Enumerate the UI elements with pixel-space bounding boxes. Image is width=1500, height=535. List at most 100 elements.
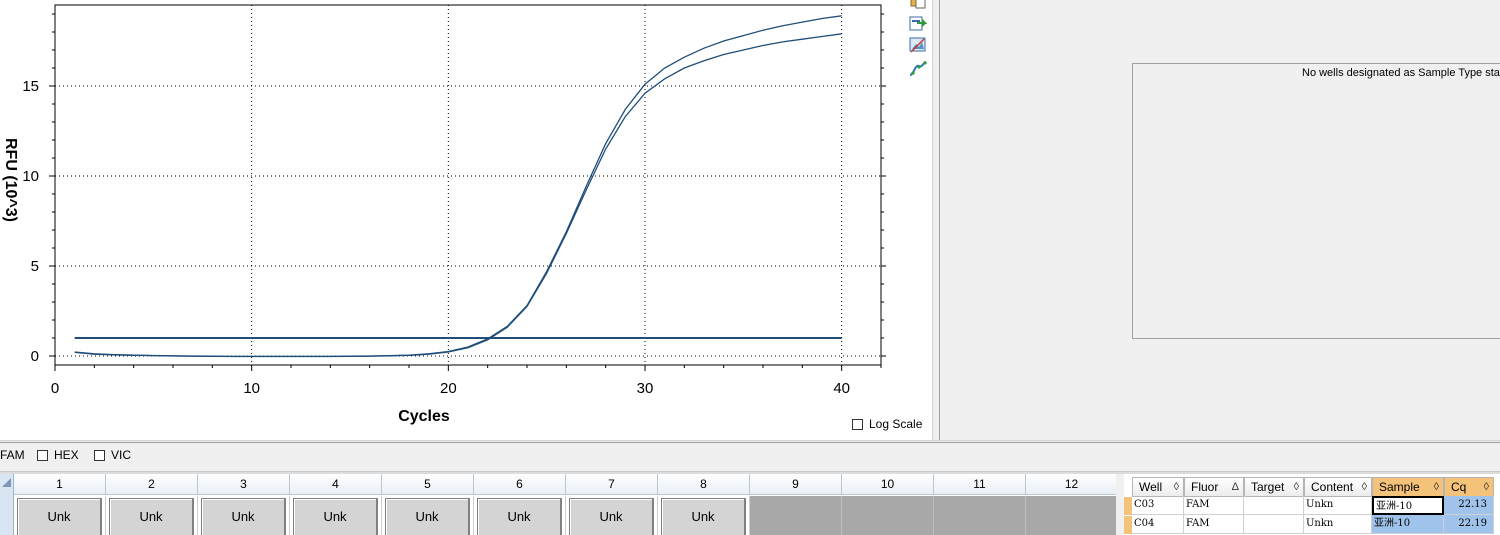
- y-axis-label: RFU (10^3): [2, 138, 19, 222]
- header-label: Sample: [1379, 480, 1420, 494]
- plate-well[interactable]: Unk: [658, 496, 750, 535]
- results-table: Well ◊ Fluor Δ Target ◊ Content ◊ Sample ◊ Cq…: [1124, 474, 1500, 535]
- plate-well-empty[interactable]: [750, 496, 842, 535]
- cell-target[interactable]: [1244, 515, 1304, 534]
- chart-toolbar: [904, 0, 934, 440]
- plate-well-empty[interactable]: [934, 496, 1026, 535]
- plate-well[interactable]: Unk: [106, 496, 198, 535]
- cell-sample[interactable]: 亚洲-10: [1372, 515, 1444, 534]
- log-scale-checkbox[interactable]: [852, 418, 863, 430]
- cell-content[interactable]: Unkn: [1304, 496, 1372, 515]
- amplification-chart-panel: 0 10 20 30 40 0 5 10 15 Cycles RFU (10^3) Log Scal…: [0, 0, 932, 440]
- column-header-3[interactable]: 3: [198, 474, 290, 495]
- column-header-4[interactable]: 4: [290, 474, 382, 495]
- column-header-9[interactable]: 9: [750, 474, 842, 495]
- cell-content[interactable]: Unkn: [1304, 515, 1372, 534]
- x-tick-label: 0: [51, 380, 59, 397]
- well-content: Unk: [293, 498, 378, 535]
- x-tick-label: 20: [440, 380, 457, 397]
- cell-sample-editing[interactable]: 亚洲-10: [1372, 496, 1444, 515]
- row-indicator[interactable]: [1124, 516, 1132, 534]
- column-header-7[interactable]: 7: [566, 474, 658, 495]
- column-header-5[interactable]: 5: [382, 474, 474, 495]
- cell-target[interactable]: [1244, 496, 1304, 515]
- y-tick-label: 10: [22, 168, 39, 185]
- sort-icon: ◊: [1173, 481, 1179, 493]
- standard-curve-panel: No wells designated as Sample Type stand…: [940, 0, 1500, 440]
- fluor-hex[interactable]: HEX: [37, 447, 79, 463]
- column-header-fluor[interactable]: Fluor Δ: [1184, 477, 1244, 497]
- column-header-6[interactable]: 6: [474, 474, 566, 495]
- sort-icon: ◊: [1293, 481, 1299, 493]
- fluor-fam[interactable]: FAM: [0, 447, 25, 463]
- cell-well[interactable]: C04: [1132, 515, 1184, 534]
- plate-well[interactable]: Unk: [382, 496, 474, 535]
- amplification-chart[interactable]: 0 10 20 30 40 0 5 10 15 Cycles RFU (10^3): [0, 0, 904, 440]
- plate-well-empty[interactable]: [842, 496, 934, 535]
- fluor-hex-checkbox[interactable]: [37, 449, 48, 461]
- row-indicator[interactable]: [1124, 497, 1132, 515]
- export-icon[interactable]: [908, 14, 928, 32]
- fluor-vic-label: VIC: [111, 448, 132, 462]
- plate-well[interactable]: Unk: [198, 496, 290, 535]
- well-content: Unk: [17, 498, 102, 535]
- sort-icon: ◊: [1483, 481, 1489, 493]
- sort-icon: ◊: [1433, 481, 1439, 493]
- column-header-sample[interactable]: Sample ◊: [1372, 477, 1444, 497]
- y-tick-label: 5: [31, 258, 39, 275]
- column-header-8[interactable]: 8: [658, 474, 750, 495]
- fluor-selector-row: FAM HEX VIC: [0, 443, 1500, 470]
- fluor-vic[interactable]: VIC: [94, 447, 131, 463]
- well-content: Unk: [109, 498, 194, 535]
- plate-well[interactable]: Unk: [14, 496, 106, 535]
- plot-area: [54, 4, 882, 366]
- well-content: Unk: [477, 498, 562, 535]
- fluor-fam-label: FAM: [0, 448, 25, 462]
- header-label: Cq: [1451, 480, 1467, 494]
- fluor-vic-checkbox[interactable]: [94, 449, 105, 461]
- well-content: Unk: [385, 498, 470, 535]
- column-header-cq[interactable]: Cq ◊: [1444, 477, 1494, 497]
- column-header-content[interactable]: Content ◊: [1304, 477, 1372, 497]
- curve-icon[interactable]: [908, 60, 928, 78]
- cell-fluor[interactable]: FAM: [1184, 515, 1244, 534]
- row-header[interactable]: [0, 495, 14, 535]
- column-header-11[interactable]: 11: [934, 474, 1026, 495]
- column-header-10[interactable]: 10: [842, 474, 934, 495]
- copy-chart-icon[interactable]: [908, 0, 928, 10]
- column-header-well[interactable]: Well ◊: [1132, 477, 1184, 497]
- plate-well[interactable]: Unk: [474, 496, 566, 535]
- cell-cq[interactable]: 22.13: [1444, 496, 1494, 515]
- select-all-corner[interactable]: [0, 474, 14, 495]
- image-icon[interactable]: [908, 36, 928, 54]
- plate-well[interactable]: Unk: [566, 496, 658, 535]
- plate-view: 1 2 3 4 5 6 7 8 9 10 11 12 Unk Unk Unk U…: [0, 474, 1118, 535]
- header-label: Content: [1311, 480, 1354, 494]
- plate-table-splitter[interactable]: [1116, 474, 1124, 535]
- standard-curve-message: No wells designated as Sample Type stand…: [1302, 67, 1500, 79]
- column-header-12[interactable]: 12: [1026, 474, 1118, 495]
- cell-cq[interactable]: 22.19: [1444, 515, 1494, 534]
- x-tick-label: 30: [637, 380, 654, 397]
- well-content: Unk: [661, 498, 746, 535]
- plate-well[interactable]: Unk: [290, 496, 382, 535]
- sort-icon: ◊: [1361, 481, 1367, 493]
- standard-curve-box: No wells designated as Sample Type stand…: [1132, 63, 1500, 339]
- x-tick-label: 10: [243, 380, 260, 397]
- cell-well[interactable]: C03: [1132, 496, 1184, 515]
- header-label: Well: [1139, 480, 1163, 494]
- x-tick-label: 40: [833, 380, 850, 397]
- well-content: Unk: [569, 498, 654, 535]
- vertical-splitter[interactable]: [932, 0, 940, 440]
- sort-ascending-icon: Δ: [1231, 481, 1239, 493]
- y-tick-label: 15: [22, 78, 39, 95]
- cell-fluor[interactable]: FAM: [1184, 496, 1244, 515]
- column-header-1[interactable]: 1: [14, 474, 106, 495]
- plate-well-empty[interactable]: [1026, 496, 1118, 535]
- column-header-2[interactable]: 2: [106, 474, 198, 495]
- x-axis-label: Cycles: [398, 408, 450, 425]
- header-label: Target: [1251, 480, 1285, 494]
- column-header-target[interactable]: Target ◊: [1244, 477, 1304, 497]
- header-label: Fluor: [1191, 480, 1219, 494]
- fluor-hex-label: HEX: [54, 448, 79, 462]
